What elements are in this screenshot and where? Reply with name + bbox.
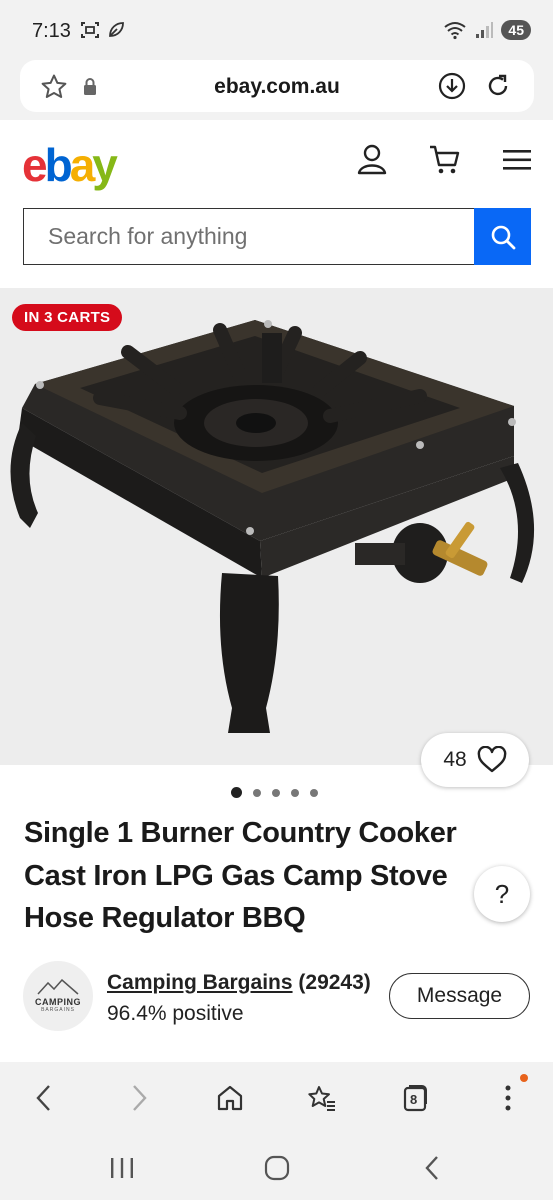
carousel-dot[interactable] [291, 788, 299, 797]
cart-icon[interactable] [428, 144, 462, 176]
screenshot-icon [81, 22, 99, 38]
system-navigation-bar [0, 1134, 553, 1200]
browser-toolbar: ebay.com.au [0, 56, 553, 120]
leaf-icon [109, 22, 124, 37]
watch-button[interactable]: 48 [421, 733, 529, 787]
help-button[interactable]: ? [474, 866, 530, 922]
recent-apps-button[interactable] [102, 1148, 142, 1188]
notification-dot [520, 1074, 528, 1082]
browser-bottom-bar: 8 [0, 1062, 553, 1134]
watch-count: 48 [443, 748, 467, 771]
recent-apps-icon [111, 1158, 133, 1178]
listing-title: Single 1 Burner Country Cooker Cast Iron… [24, 817, 457, 934]
battery-indicator: 45 [501, 20, 531, 40]
forward-button[interactable] [117, 1076, 161, 1120]
account-icon[interactable] [356, 143, 388, 175]
reload-icon[interactable] [484, 72, 512, 100]
search-input[interactable] [24, 209, 475, 264]
system-back-icon [425, 1156, 438, 1180]
seller-feedback: 96.4% positive [107, 1002, 244, 1025]
more-vertical-icon [505, 1085, 511, 1111]
heart-icon [477, 746, 507, 773]
product-image-carousel[interactable]: IN 3 CARTS [0, 288, 553, 765]
more-menu-button[interactable] [486, 1076, 530, 1120]
home-icon [217, 1085, 243, 1111]
product-image [10, 320, 535, 733]
carousel-dot[interactable] [253, 788, 261, 797]
download-icon[interactable] [438, 72, 466, 100]
signal-icon [476, 22, 494, 38]
carousel-dot[interactable] [310, 788, 318, 797]
search-icon [491, 225, 515, 249]
bookmarks-button[interactable] [300, 1076, 344, 1120]
status-bar: 7:13 45 [0, 0, 553, 62]
carousel-dot[interactable] [231, 787, 242, 798]
mountain-logo-icon [37, 979, 79, 995]
ebay-logo[interactable]: ebay [22, 138, 118, 192]
seller-avatar[interactable]: CAMPING BARGAINS [23, 961, 93, 1031]
home-button[interactable] [208, 1076, 252, 1120]
address-bar[interactable]: ebay.com.au [20, 60, 534, 112]
chevron-right-icon [133, 1085, 147, 1111]
search-button[interactable] [474, 208, 531, 265]
system-home-button[interactable] [257, 1148, 297, 1188]
system-back-button[interactable] [412, 1148, 452, 1188]
tab-count: 8 [410, 1092, 418, 1107]
system-home-icon [264, 1155, 290, 1181]
back-button[interactable] [22, 1076, 66, 1120]
seller-logo-subtext: BARGAINS [41, 1007, 75, 1013]
wifi-icon [444, 22, 467, 40]
site-header: ebay [0, 120, 553, 288]
bookmarks-icon [308, 1086, 335, 1111]
chevron-left-icon [36, 1085, 50, 1111]
seller-score: (29243) [298, 971, 371, 994]
seller-info: Camping Bargains (29243) [107, 971, 371, 995]
tabs-button[interactable]: 8 [393, 1076, 437, 1120]
seller-logo-text: CAMPING [35, 997, 81, 1007]
carousel-dot[interactable] [272, 788, 280, 797]
seller-name-link[interactable]: Camping Bargains [107, 971, 293, 994]
carousel-indicator [231, 787, 318, 798]
in-carts-badge: IN 3 CARTS [12, 304, 123, 331]
status-notification-icons [80, 20, 126, 40]
menu-icon[interactable] [503, 148, 531, 172]
status-time: 7:13 [32, 20, 71, 42]
message-seller-button[interactable]: Message [389, 973, 530, 1019]
search-box [23, 208, 475, 265]
status-system-icons: 45 [443, 20, 531, 40]
